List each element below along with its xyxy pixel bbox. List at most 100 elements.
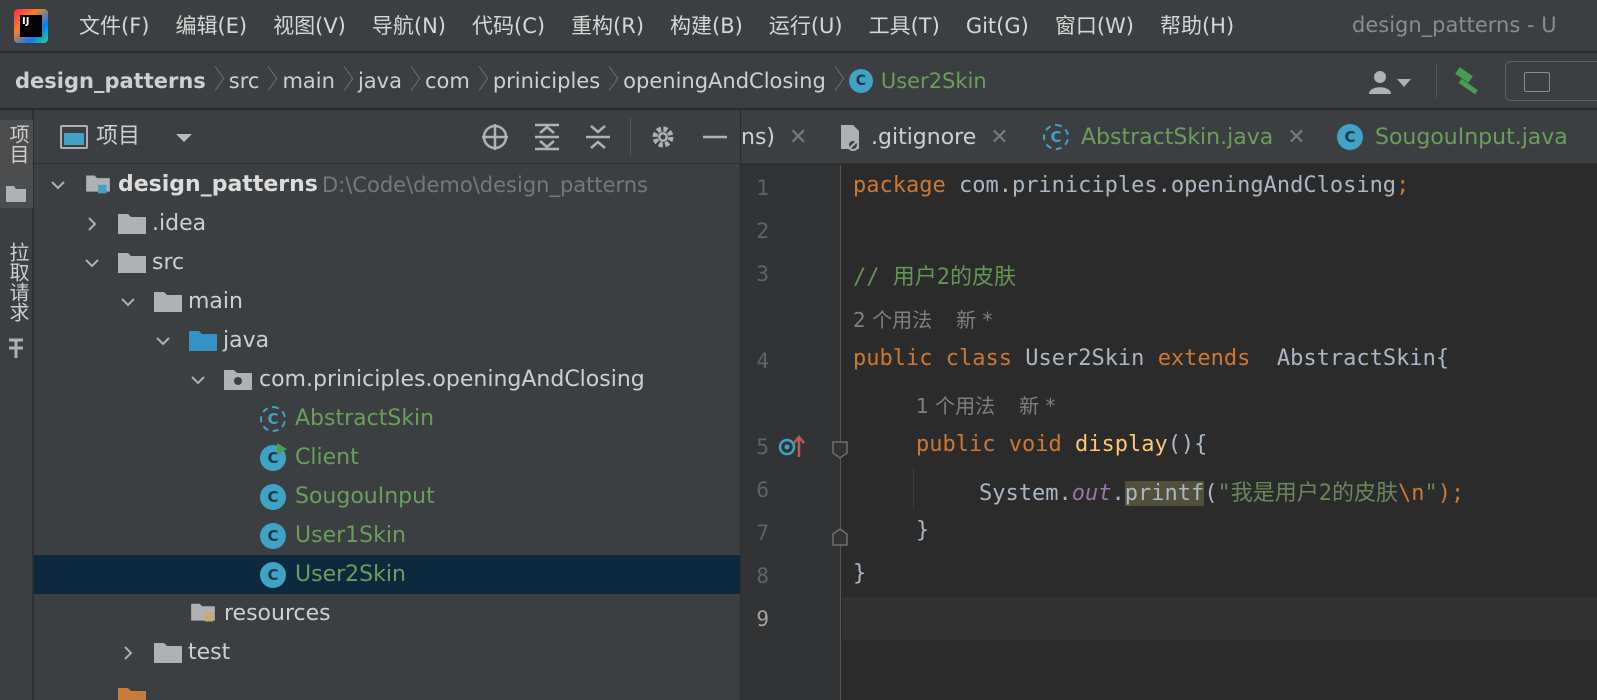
editor-tab-label: .gitignore <box>871 124 977 150</box>
chevron-down-icon[interactable] <box>50 177 66 193</box>
close-icon[interactable]: ✕ <box>1287 125 1305 150</box>
editor-tab[interactable]: C AbstractSkin.java ✕ <box>1043 110 1306 164</box>
gear-icon[interactable] <box>648 123 678 151</box>
chevron-down-icon[interactable] <box>120 294 136 310</box>
tool-tab-pull-requests[interactable]: 拉取请求 <box>0 240 33 360</box>
menu-git[interactable]: Git(G) <box>953 0 1042 52</box>
line-number: 8 <box>756 564 769 588</box>
code-package-name: com.priniciples.openingAndClosing <box>945 173 1397 198</box>
breadcrumb-main[interactable]: main <box>282 69 334 93</box>
editor-tab[interactable]: C SougouInput.java <box>1337 110 1568 164</box>
menu-refactor[interactable]: 重构(R) <box>558 0 657 52</box>
tool-tab-project[interactable]: 项目 <box>0 120 33 208</box>
tree-row[interactable]: main <box>34 282 740 321</box>
tree-row[interactable]: com.priniciples.openingAndClosing <box>34 360 740 399</box>
fold-icon[interactable] <box>831 440 849 460</box>
folder-icon <box>118 214 146 234</box>
folder-icon <box>154 292 182 312</box>
minimize-icon[interactable] <box>700 123 730 151</box>
tree-row[interactable]: design_patterns D:\Code\demo\design_patt… <box>34 165 740 204</box>
code-line[interactable]: } <box>916 518 929 543</box>
code-line[interactable]: // 用户2的皮肤 <box>853 259 1016 291</box>
chevron-right-icon <box>830 68 840 94</box>
editor-gutter: 1 2 3 4 5 6 7 8 9 <box>741 165 848 700</box>
tree-row[interactable]: C Client <box>34 438 740 477</box>
breadcrumb-priniciples[interactable]: priniciples <box>493 69 600 93</box>
chevron-down-icon[interactable] <box>84 255 100 271</box>
chevron-right-icon[interactable] <box>84 216 100 232</box>
breadcrumb-java[interactable]: java <box>358 69 402 93</box>
tree-row[interactable]: C SougouInput <box>34 477 740 516</box>
menu-code[interactable]: 代码(C) <box>459 0 558 52</box>
breadcrumb-src[interactable]: src <box>229 69 260 93</box>
tree-row[interactable]: .idea <box>34 204 740 243</box>
menu-build[interactable]: 构建(B) <box>657 0 756 52</box>
usages-hint[interactable]: 2 个用法新 * <box>853 304 992 333</box>
menu-window[interactable]: 窗口(W) <box>1042 0 1147 52</box>
editor-tab[interactable]: ns) ✕ <box>741 110 807 164</box>
breadcrumb-com[interactable]: com <box>425 69 470 93</box>
code-line[interactable]: public void display(){ <box>916 432 1207 457</box>
module-folder-icon <box>86 175 110 194</box>
chevron-down-icon[interactable] <box>190 372 206 388</box>
project-panel: 项目 design_patterns D:\Code\demo\design_p… <box>34 110 740 700</box>
code-line[interactable]: public class User2Skin extends AbstractS… <box>853 346 1449 371</box>
hammer-icon[interactable] <box>1452 65 1484 97</box>
toolbar-separator <box>630 118 631 156</box>
locate-icon[interactable] <box>480 123 510 151</box>
breadcrumb-user2skin[interactable]: User2Skin <box>881 69 987 93</box>
code-brace: } <box>853 561 867 586</box>
breadcrumb-openingandclosing[interactable]: openingAndClosing <box>623 69 826 93</box>
code-line[interactable]: package com.priniciples.openingAndClosin… <box>853 173 1409 198</box>
tree-row[interactable]: test <box>34 633 740 672</box>
tree-item-label: resources <box>224 601 331 626</box>
tree-row[interactable]: C AbstractSkin <box>34 399 740 438</box>
menu-file[interactable]: 文件(F) <box>66 0 162 52</box>
user-icon[interactable] <box>1368 69 1412 95</box>
line-number: 2 <box>756 219 769 243</box>
folder-icon <box>118 688 146 700</box>
class-icon: C <box>848 69 873 93</box>
chevron-right-icon <box>210 68 220 94</box>
code-system: System. <box>979 481 1072 506</box>
close-icon[interactable]: ✕ <box>990 125 1008 150</box>
line-number: 1 <box>756 176 769 200</box>
chevron-right-icon[interactable] <box>120 645 136 661</box>
tree-item-label: java <box>223 328 270 353</box>
class-icon: C <box>260 484 286 510</box>
navigation-bar: design_patterns src main java com prinic… <box>0 53 1597 109</box>
tree-row[interactable]: resources <box>34 594 740 633</box>
implements-method-icon[interactable] <box>777 433 807 459</box>
menu-navigate[interactable]: 导航(N) <box>359 0 459 52</box>
collapse-all-icon[interactable] <box>583 123 613 151</box>
project-panel-title[interactable]: 项目 <box>96 110 140 164</box>
run-badge-icon <box>277 443 287 455</box>
code-dot: . <box>1111 481 1125 506</box>
chevron-down-icon[interactable] <box>155 333 171 349</box>
tree-row[interactable]: C User1Skin <box>34 516 740 555</box>
expand-all-icon[interactable] <box>532 123 562 151</box>
code-line[interactable]: } <box>853 561 866 586</box>
editor-tab[interactable]: .gitignore ✕ <box>837 110 1009 164</box>
tree-row[interactable] <box>34 672 740 700</box>
chevron-down-icon[interactable] <box>176 134 192 142</box>
menu-edit[interactable]: 编辑(E) <box>162 0 260 52</box>
tree-row[interactable]: java <box>34 321 740 360</box>
close-icon[interactable]: ✕ <box>789 125 807 150</box>
intellij-logo-icon[interactable]: IJ <box>14 9 48 43</box>
tree-item-label: com.priniciples.openingAndClosing <box>259 367 645 392</box>
menu-run[interactable]: 运行(U) <box>756 0 856 52</box>
usages-hint[interactable]: 1 个用法新 * <box>916 390 1055 419</box>
menu-bar: IJ 文件(F) 编辑(E) 视图(V) 导航(N) 代码(C) 重构(R) 构… <box>0 0 1597 52</box>
menu-tools[interactable]: 工具(T) <box>856 0 953 52</box>
run-config-selector[interactable] <box>1505 61 1597 101</box>
breadcrumb-project[interactable]: design_patterns <box>15 69 206 93</box>
pull-request-icon <box>9 338 23 358</box>
fold-end-icon[interactable] <box>831 527 849 547</box>
tree-row-selected[interactable]: C User2Skin <box>34 555 740 594</box>
menu-view[interactable]: 视图(V) <box>260 0 359 52</box>
tree-row[interactable]: src <box>34 243 740 282</box>
line-number: 5 <box>756 435 769 459</box>
code-line[interactable]: System.out.printf("我是用户2的皮肤\n"); <box>979 475 1464 507</box>
menu-help[interactable]: 帮助(H) <box>1147 0 1247 52</box>
